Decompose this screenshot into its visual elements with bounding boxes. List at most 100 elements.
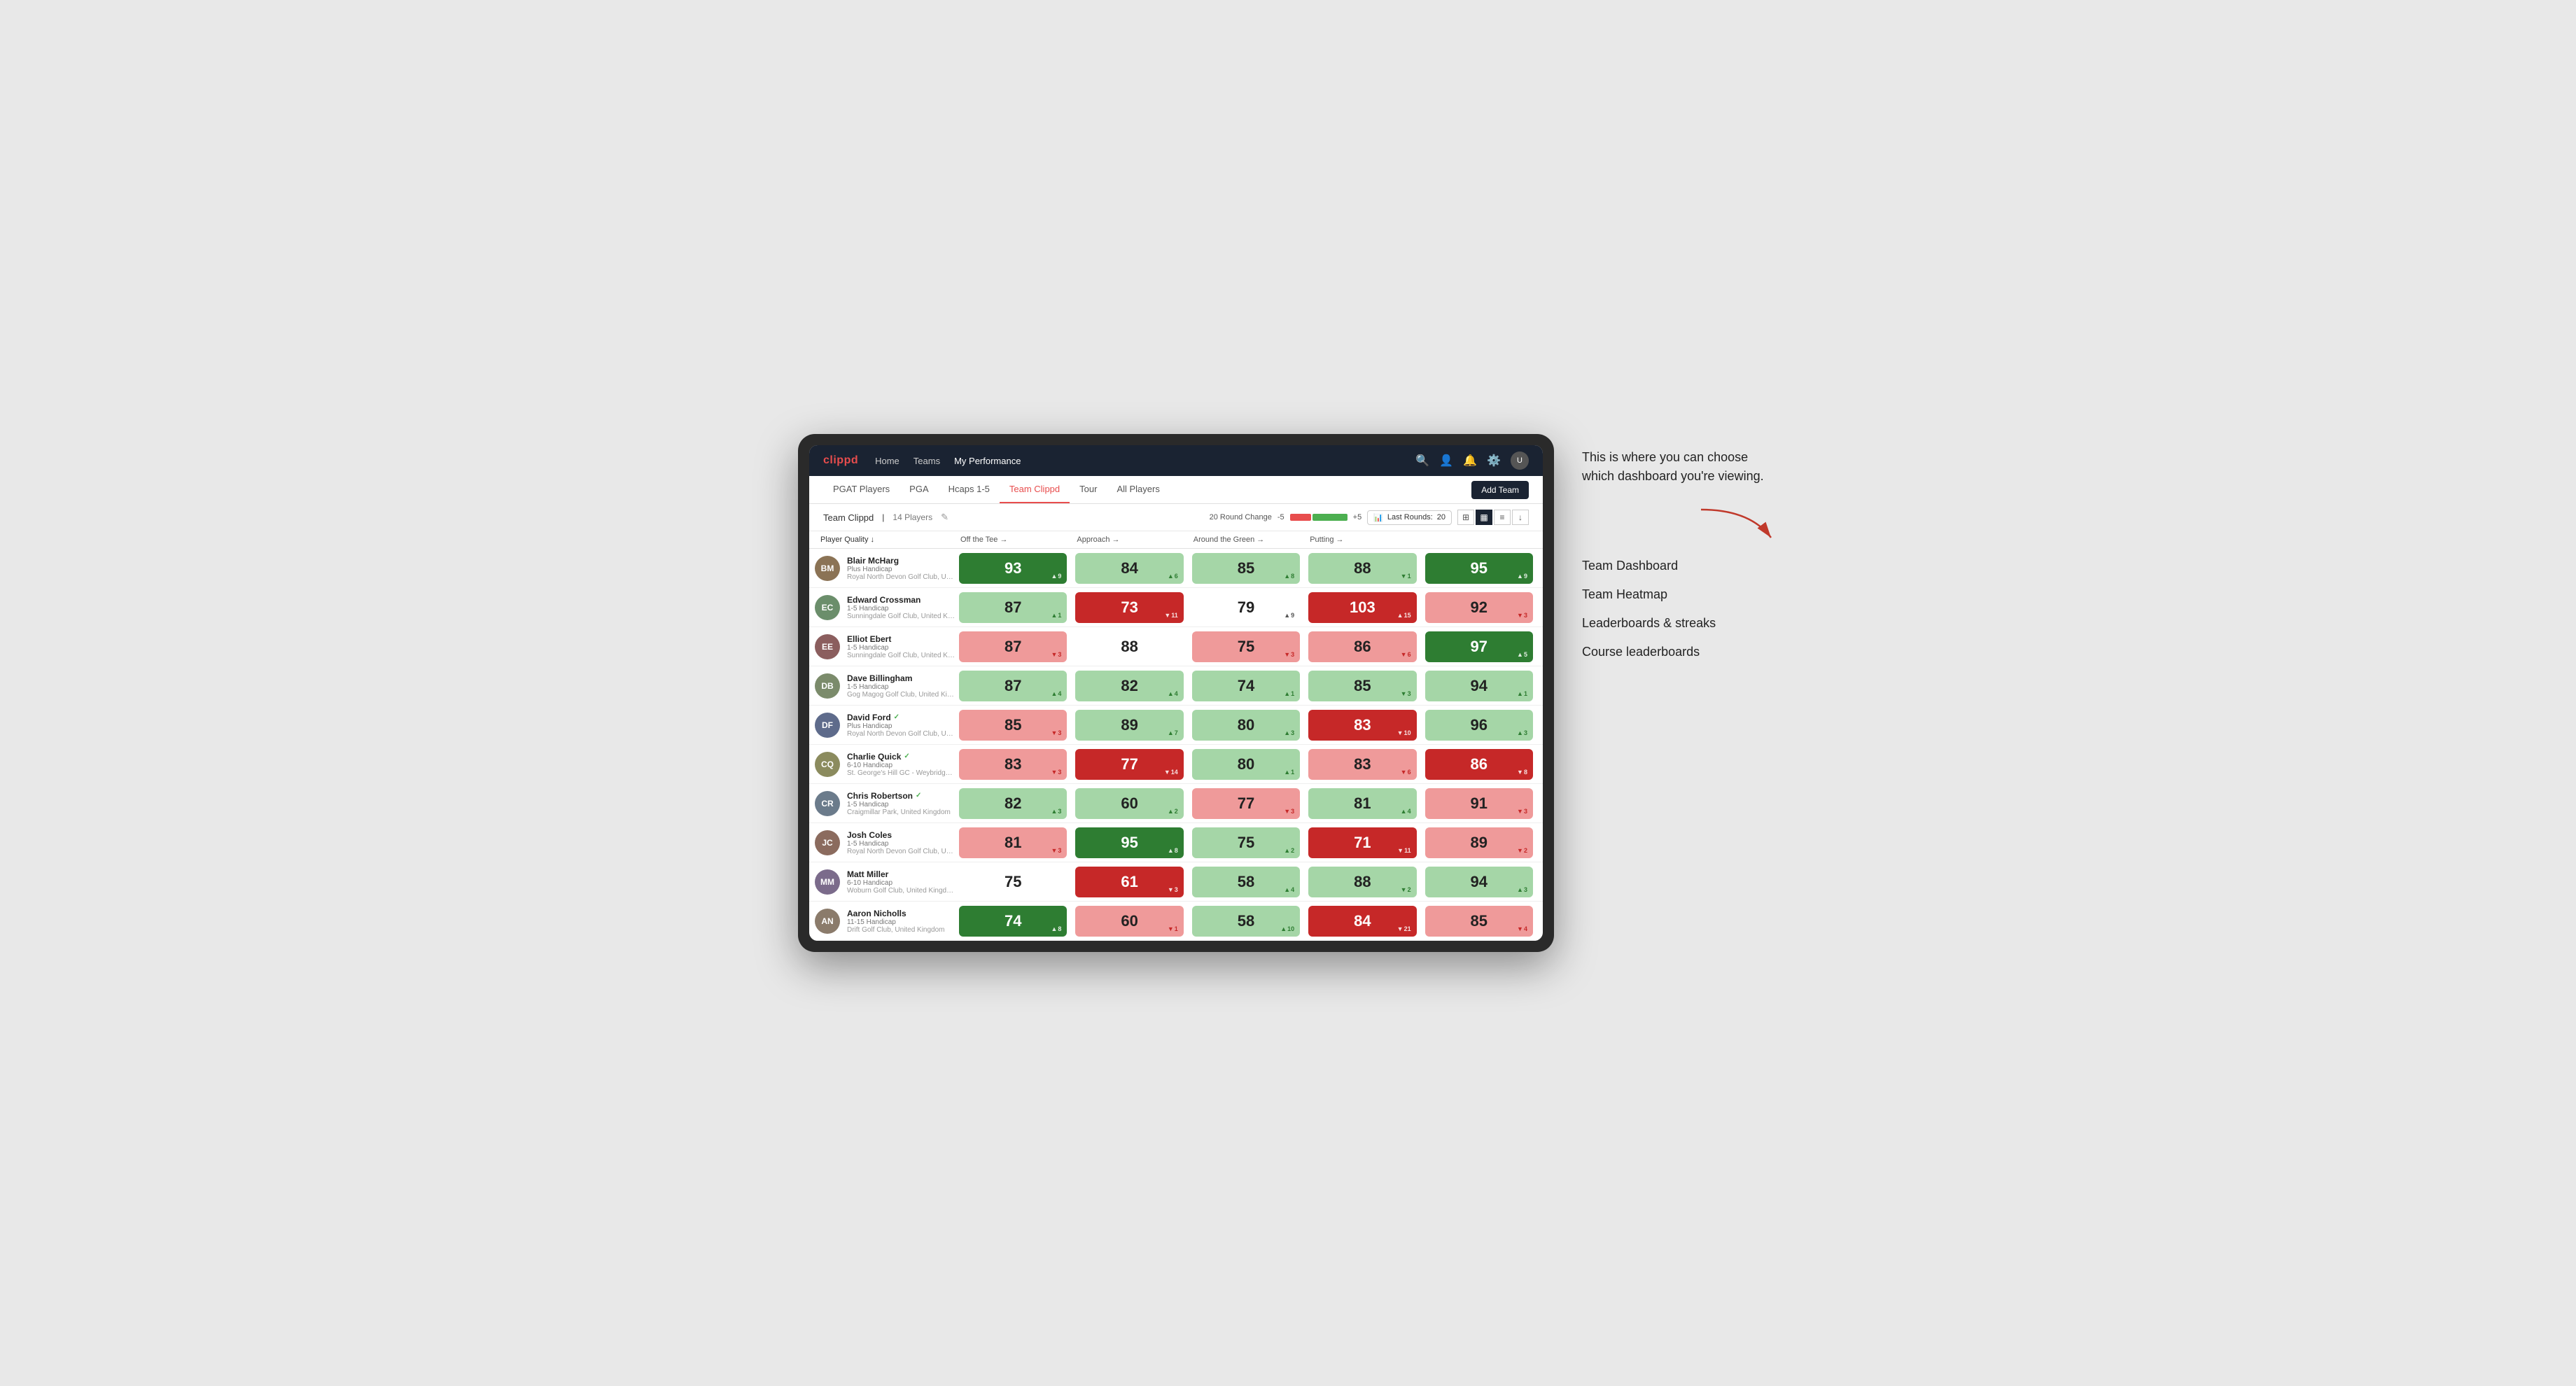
table-row[interactable]: ECEdward Crossman1-5 HandicapSunningdale… [809,588,1543,627]
col-approach: Approach → [1071,531,1187,548]
player-handicap: 6-10 Handicap [847,879,955,887]
down-arrow-icon [1401,651,1407,658]
verified-icon: ✓ [916,792,921,799]
score-cell-around-green: 836 [1308,749,1416,780]
last-rounds-label: Last Rounds: [1387,513,1433,522]
sub-nav-tour[interactable]: Tour [1070,476,1107,503]
dashboard-table: Player Quality ↓ Off the Tee → Approach … [809,531,1543,941]
verified-icon: ✓ [894,713,899,721]
score-cell-around-green: 8310 [1308,710,1416,741]
user-icon[interactable]: 👤 [1439,454,1453,468]
add-team-button[interactable]: Add Team [1471,481,1529,499]
bar-green [1312,514,1348,521]
player-name: Chris Robertson✓ [847,791,951,801]
table-row[interactable]: BMBlair McHargPlus HandicapRoyal North D… [809,549,1543,588]
down-arrow-icon [1284,651,1290,658]
up-arrow-icon [1284,690,1290,697]
sub-nav-teamclippd[interactable]: Team Clippd [1000,476,1070,503]
down-arrow-icon [1164,612,1170,619]
score-value: 74 [1004,912,1021,930]
bell-icon[interactable]: 🔔 [1463,454,1477,468]
score-value: 95 [1121,834,1138,852]
score-value: 85 [1471,912,1488,930]
heatmap-view-button[interactable]: ▦ [1476,510,1492,525]
score-change: 14 [1164,769,1178,776]
score-change: 3 [1517,729,1527,736]
player-info: BMBlair McHargPlus HandicapRoyal North D… [815,552,955,585]
sub-nav-hcaps[interactable]: Hcaps 1-5 [939,476,1000,503]
settings-icon[interactable]: ⚙️ [1487,454,1501,468]
nav-link-teams[interactable]: Teams [913,456,940,466]
score-change: 7 [1168,729,1178,736]
edit-icon[interactable]: ✎ [941,512,948,523]
last-rounds-button[interactable]: 📊 Last Rounds: 20 [1367,510,1452,525]
player-club: Royal North Devon Golf Club, United King… [847,730,955,738]
score-change: 2 [1284,847,1294,854]
table-row[interactable]: JCJosh Coles1-5 HandicapRoyal North Devo… [809,823,1543,862]
score-value: 61 [1121,873,1138,891]
table-row[interactable]: MMMatt Miller6-10 HandicapWoburn Golf Cl… [809,862,1543,902]
score-cell-player-quality: 823 [959,788,1067,819]
grid-view-button[interactable]: ⊞ [1457,510,1474,525]
down-arrow-icon [1517,847,1523,854]
score-value: 84 [1354,912,1371,930]
score-cell-around-green: 7111 [1308,827,1416,858]
table-row[interactable]: DBDave Billingham1-5 HandicapGog Magog G… [809,666,1543,706]
player-name: David Ford✓ [847,713,955,722]
score-change: 4 [1168,690,1178,697]
chart-icon: 📊 [1373,513,1383,522]
separator: | [882,512,884,522]
score-change: 9 [1051,573,1061,580]
score-change: 3 [1051,808,1061,815]
score-change: 9 [1284,612,1294,619]
up-arrow-icon [1397,612,1404,619]
table-row[interactable]: CQCharlie Quick✓6-10 HandicapSt. George'… [809,745,1543,784]
table-row[interactable]: EEElliot Ebert1-5 HandicapSunningdale Go… [809,627,1543,666]
annotation-item-1: Team Heatmap [1582,587,1778,602]
down-arrow-icon [1051,651,1057,658]
score-change: 3 [1051,729,1061,736]
player-details: Charlie Quick✓6-10 HandicapSt. George's … [847,752,955,777]
score-value: 85 [1354,677,1371,695]
player-handicap: 1-5 Handicap [847,840,955,848]
score-cell-putting: 975 [1425,631,1533,662]
player-club: Royal North Devon Golf Club, United King… [847,848,955,855]
score-cell-player-quality: 939 [959,553,1067,584]
player-info: DFDavid Ford✓Plus HandicapRoyal North De… [815,708,955,742]
table-row[interactable]: ANAaron Nicholls11-15 HandicapDrift Golf… [809,902,1543,941]
score-cell-putting: 959 [1425,553,1533,584]
score-value: 75 [1004,873,1021,891]
player-club: St. George's Hill GC - Weybridge - Surre… [847,769,955,777]
player-info: CQCharlie Quick✓6-10 HandicapSt. George'… [815,748,955,781]
player-name: Charlie Quick✓ [847,752,955,762]
export-button[interactable]: ↓ [1512,510,1529,525]
score-change: 6 [1401,769,1411,776]
sub-nav-pgat[interactable]: PGAT Players [823,476,899,503]
score-cell-approach: 858 [1192,553,1300,584]
score-change: 1 [1284,690,1294,697]
score-value: 87 [1004,638,1021,656]
nav-link-home[interactable]: Home [875,456,899,466]
score-value: 85 [1004,716,1021,734]
player-details: Blair McHargPlus HandicapRoyal North Dev… [847,556,955,581]
score-cell-off-tee: 846 [1075,553,1183,584]
avatar[interactable]: U [1511,451,1529,470]
avatar: AN [815,909,840,934]
score-change: 15 [1397,612,1411,619]
col-headers: Player Quality ↓ Off the Tee → Approach … [809,531,1543,549]
player-handicap: 6-10 Handicap [847,762,955,769]
sub-nav-allplayers[interactable]: All Players [1107,476,1169,503]
score-value: 75 [1238,834,1254,852]
up-arrow-icon [1517,729,1523,736]
score-cell-around-green: 866 [1308,631,1416,662]
sub-nav-pga[interactable]: PGA [899,476,938,503]
table-row[interactable]: DFDavid Ford✓Plus HandicapRoyal North De… [809,706,1543,745]
up-arrow-icon [1517,651,1523,658]
score-cell-player-quality: 873 [959,631,1067,662]
search-icon[interactable]: 🔍 [1415,454,1429,468]
nav-link-myperformance[interactable]: My Performance [954,456,1021,466]
list-view-button[interactable]: ≡ [1494,510,1511,525]
table-row[interactable]: CRChris Robertson✓1-5 HandicapCraigmilla… [809,784,1543,823]
up-arrow-icon [1280,925,1287,932]
down-arrow-icon [1401,573,1407,580]
